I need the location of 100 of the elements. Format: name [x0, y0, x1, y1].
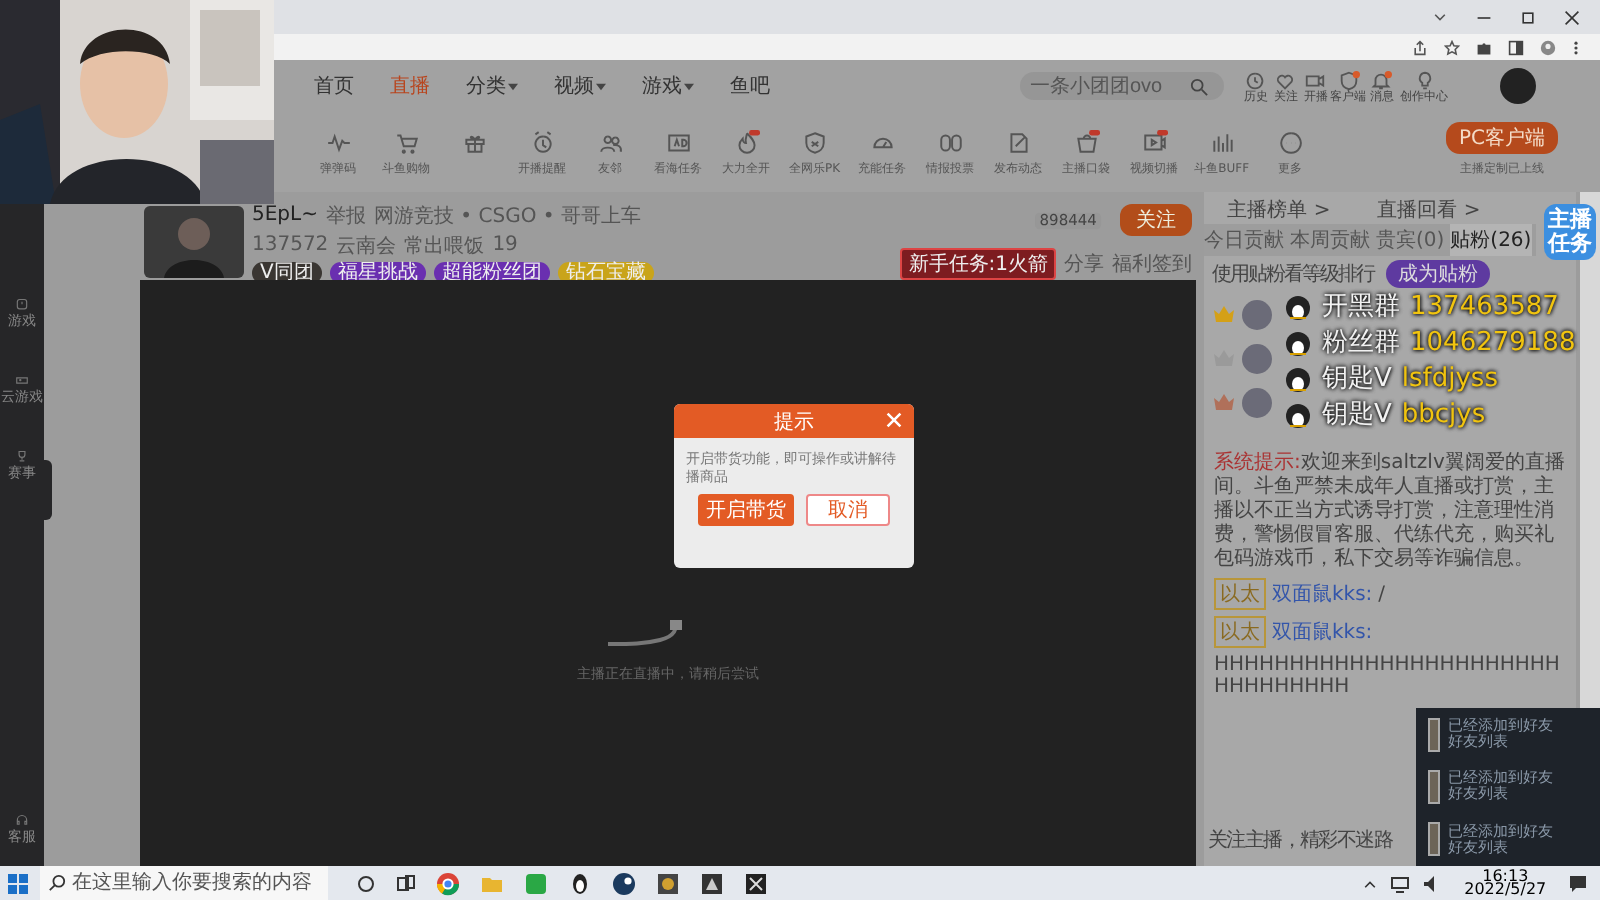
chevron-down-icon[interactable] [1432, 9, 1448, 25]
overlay-value: 137463587 [1410, 292, 1559, 324]
notification-icon[interactable] [1568, 873, 1588, 893]
search-circle-icon[interactable] [356, 873, 376, 893]
browser-icon[interactable] [436, 871, 460, 895]
nav-link[interactable]: 鱼吧 [730, 72, 770, 100]
windows-icon[interactable] [8, 873, 28, 893]
fan-badge: 以太 [1214, 616, 1266, 648]
nav-link[interactable]: 游戏 [642, 72, 682, 100]
streamer-name: 5EpL~ [252, 204, 318, 226]
caret-icon[interactable] [508, 81, 518, 91]
bag-icon [1073, 129, 1099, 155]
chat-username[interactable]: 双面鼠kks: [1272, 618, 1373, 646]
caret-icon[interactable] [596, 81, 606, 91]
room-chip[interactable]: 福星挑战 [329, 261, 426, 283]
star-icon[interactable] [1444, 39, 1460, 55]
heart-icon [1274, 69, 1296, 91]
shield-icon [801, 129, 827, 155]
follow-hint: 关注主播，精彩不迷路 [1208, 827, 1393, 854]
more-icon[interactable] [1572, 39, 1580, 55]
caret-icon[interactable] [684, 81, 694, 91]
search-field[interactable]: 一条小团团ovo [1020, 72, 1224, 100]
clock[interactable]: 16:13 2022/5/27 [1463, 870, 1546, 896]
bell-icon [1370, 69, 1392, 91]
ad-screen-icon [665, 129, 691, 155]
group-icon [1284, 402, 1312, 430]
bars-icon [1209, 129, 1235, 155]
app-icon[interactable] [700, 871, 724, 895]
overlay-label: 开黑群 [1322, 292, 1400, 324]
app-icon[interactable] [744, 871, 768, 895]
panel-tab[interactable]: 贴粉(26) [1450, 224, 1532, 256]
confirm-button[interactable]: 开启带货 [698, 494, 794, 526]
alarm-clock-icon [529, 129, 555, 155]
search-icon [48, 874, 66, 892]
panel-link[interactable]: 主播榜单 > [1227, 196, 1331, 224]
puzzle-icon[interactable] [1476, 39, 1492, 55]
overlay-label: 粉丝群 [1322, 328, 1400, 360]
room-chip[interactable]: 超能粉丝团 [433, 261, 550, 283]
chat-message: HHHHHHHHHHHHHHHHHHHHHHHHHHHHHHHH [1214, 654, 1562, 698]
nav-link[interactable]: 视频 [554, 72, 594, 100]
camera-icon [1304, 69, 1326, 91]
nav-link[interactable]: 分类 [466, 72, 506, 100]
task-badge-sticker: 主播任务 [1544, 204, 1596, 260]
location-text: 云南会 [336, 233, 397, 259]
panel-tab[interactable]: 今日贡献 [1204, 224, 1284, 256]
profile-icon[interactable] [1540, 39, 1556, 55]
user-avatar[interactable] [1500, 68, 1536, 104]
room-link[interactable]: 分享 [1064, 250, 1104, 278]
network-icon[interactable] [1389, 873, 1410, 893]
share-icon[interactable] [1412, 39, 1428, 55]
overlay-label: 钥匙V [1322, 400, 1392, 432]
app-icon[interactable] [656, 871, 680, 895]
edit-icon [1005, 129, 1031, 155]
chat-username[interactable]: 双面鼠kks: [1272, 580, 1373, 608]
search-icon[interactable] [1190, 77, 1208, 95]
panel-tab[interactable]: 贵宾(0) [1376, 224, 1445, 256]
heat-count: 137572 [252, 234, 329, 256]
more-icon [1277, 129, 1303, 155]
chat-message: / [1378, 583, 1386, 605]
streamer-avatar[interactable] [144, 206, 244, 278]
overlay-label: 钥匙V [1322, 364, 1392, 396]
task-badge[interactable]: 新手任务:1火箭 [900, 248, 1056, 280]
system-message: 系统提示:欢迎来到saltzlv翼阔爱的直播间。斗鱼严禁未成年人直播或打赏，主播以不正当方式诱导打赏，注意理性消费，警惕假冒客服、代练代充，购买礼包码游戏币，私下交易等诈骗信息。 [1214, 452, 1566, 572]
overlay-value: lsfdjyss [1401, 364, 1498, 396]
overlay-value: bbcjys [1401, 400, 1486, 432]
room-link[interactable]: 福利签到 [1112, 250, 1192, 278]
cancel-button[interactable]: 取消 [806, 494, 890, 526]
glasses-icon [937, 129, 963, 155]
report-link[interactable]: 举报 [325, 201, 366, 229]
group-icon [1284, 330, 1312, 358]
room-chip[interactable]: V同团 [252, 261, 322, 283]
bulb-icon [1413, 69, 1435, 91]
prompt-text: 使用贴粉看等级排行 [1212, 261, 1374, 288]
task-view-icon[interactable] [396, 873, 416, 893]
restore-icon[interactable] [1520, 9, 1536, 25]
panel-link[interactable]: 直播回看 > [1377, 196, 1481, 224]
pc-client-button[interactable]: PC客户端 [1446, 122, 1557, 154]
clock-icon [1244, 69, 1266, 91]
collapse-handle[interactable] [42, 460, 52, 520]
become-fan-button[interactable]: 成为贴粉 [1386, 260, 1490, 288]
tag-text: 常出喂饭 [404, 233, 485, 259]
nav-link[interactable]: 直播 [390, 72, 430, 100]
close-icon[interactable] [1564, 9, 1580, 25]
panel-tab[interactable]: 本周贡献 [1290, 224, 1370, 256]
nav-link[interactable]: 首页 [314, 72, 354, 100]
game-client-icon[interactable] [612, 871, 636, 895]
cart-icon [393, 129, 419, 155]
category-path[interactable]: 网游竞技 • CSGO • 哥哥上车 [373, 201, 641, 229]
video-icon [1141, 129, 1167, 155]
cable-icon [608, 619, 688, 651]
room-chip[interactable]: 钻石宝藏 [557, 261, 654, 283]
tag-count: 19 [492, 234, 518, 256]
follow-button[interactable]: 关注 [1120, 204, 1192, 236]
pulse-icon [325, 129, 351, 155]
penguin-icon[interactable] [568, 871, 592, 895]
fan-badge: 以太 [1214, 578, 1266, 610]
overlay-value: 1046279188 [1410, 328, 1576, 360]
sidebar-icon[interactable] [1508, 39, 1524, 55]
flame-icon [733, 129, 759, 155]
group-icon [1284, 366, 1312, 394]
